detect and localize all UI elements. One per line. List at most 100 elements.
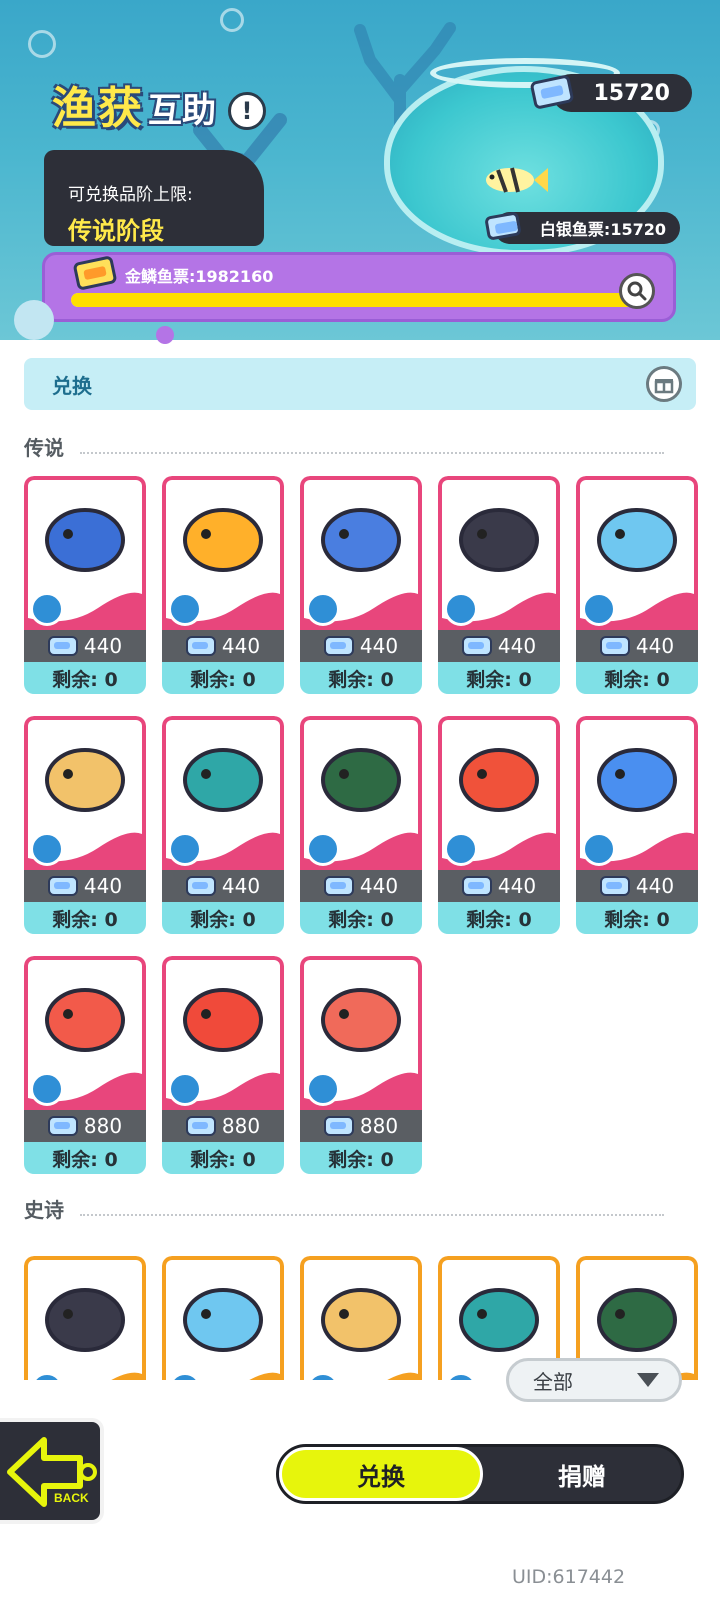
item-art: [300, 1256, 422, 1380]
ticket-icon: [185, 636, 216, 656]
app: 渔获 互助 ! 可兑换品阶上限: 传说阶段 15720 白银鱼票:15720 金…: [0, 0, 720, 1605]
legendary-item-card[interactable]: 440 剩余: 0: [300, 476, 422, 694]
item-stock: 剩余: 0: [24, 902, 146, 934]
item-art: [576, 716, 698, 870]
legendary-item-card[interactable]: 880 剩余: 0: [162, 956, 284, 1174]
anemone-icon: [459, 748, 539, 812]
fish-type-icon: [168, 592, 202, 626]
tier-limit-value: 传说阶段: [68, 217, 164, 245]
item-price: 880: [24, 1110, 146, 1142]
item-price: 880: [162, 1110, 284, 1142]
flying-fish-icon: [597, 748, 677, 812]
legendary-item-card[interactable]: 440 剩余: 0: [576, 476, 698, 694]
fish-type-icon: [168, 1072, 202, 1106]
chevron-down-icon: [637, 1373, 659, 1387]
item-stock: 剩余: 0: [300, 662, 422, 694]
fish-type-icon: [306, 592, 340, 626]
ticket-icon: [47, 1116, 78, 1136]
item-art: [24, 476, 146, 630]
splat-decor: [156, 326, 174, 344]
gift-icon[interactable]: [646, 366, 682, 402]
item-price-value: 440: [359, 634, 399, 658]
page-title: 渔获 互助 !: [52, 72, 266, 136]
red-coral-icon: [321, 988, 401, 1052]
gold-ticket-text: 金鳞鱼票:1982160: [125, 267, 274, 286]
legendary-item-card[interactable]: 440 剩余: 0: [300, 716, 422, 934]
user-id: UID:617442: [512, 1566, 626, 1588]
fish-type-icon: [582, 592, 616, 626]
fish-type-icon: [582, 832, 616, 866]
section-title-legendary: 传说: [24, 436, 64, 460]
fish-icon: [486, 167, 548, 193]
ticket-balance: 15720: [529, 74, 692, 112]
item-price-value: 440: [83, 634, 123, 658]
fish-type-icon: [30, 832, 64, 866]
title-sub: 互助: [148, 91, 216, 131]
silver-ticket-text: 白银鱼票:15720: [539, 220, 666, 239]
fish-icon: [45, 508, 125, 572]
filter-dropdown[interactable]: 全部: [506, 1358, 682, 1402]
item-stock: 剩余: 0: [576, 662, 698, 694]
item-art: [300, 956, 422, 1110]
item-price: 440: [24, 870, 146, 902]
ticket-icon: [599, 876, 630, 896]
exchange-header: 兑换: [24, 358, 696, 410]
item-stock: 剩余: 0: [162, 1142, 284, 1174]
item-art: [300, 716, 422, 870]
legendary-item-card[interactable]: 880 剩余: 0: [300, 956, 422, 1174]
bubble-icon: [28, 30, 56, 58]
item-stock: 剩余: 0: [300, 1142, 422, 1174]
item-price: 440: [24, 630, 146, 662]
item-price-value: 440: [635, 874, 675, 898]
item-price-value: 440: [83, 874, 123, 898]
exchange-header-label: 兑换: [52, 373, 92, 398]
back-label: BACK: [54, 1491, 89, 1505]
tab-exchange[interactable]: 兑换: [279, 1447, 483, 1501]
header-banner: 渔获 互助 ! 可兑换品阶上限: 传说阶段 15720 白银鱼票:15720 金…: [0, 0, 720, 340]
epic-item-card[interactable]: [162, 1256, 284, 1380]
fish-type-icon: [444, 832, 478, 866]
legendary-item-card[interactable]: 440 剩余: 0: [162, 716, 284, 934]
epic-item-card[interactable]: [300, 1256, 422, 1380]
fish-type-icon: [306, 1072, 340, 1106]
item-price: 440: [300, 870, 422, 902]
ticket-icon: [47, 636, 78, 656]
tab-donate[interactable]: 捐赠: [483, 1447, 681, 1501]
legendary-item-card[interactable]: 440 剩余: 0: [162, 476, 284, 694]
item-art: [24, 716, 146, 870]
section-title-epic: 史诗: [24, 1198, 64, 1222]
ticket-icon: [185, 1116, 216, 1136]
dolphin-icon: [321, 1288, 401, 1352]
item-price: 440: [438, 870, 560, 902]
magnifier-icon[interactable]: [619, 273, 655, 309]
item-stock: 剩余: 0: [24, 1142, 146, 1174]
chef-bird-icon: [321, 508, 401, 572]
legendary-item-card[interactable]: 440 剩余: 0: [438, 476, 560, 694]
ticket-icon: [599, 636, 630, 656]
fish-type-icon: [444, 592, 478, 626]
bubble-icon: [220, 8, 244, 32]
tier-limit-box: 可兑换品阶上限: 传说阶段: [44, 150, 264, 246]
legendary-item-card[interactable]: 440 剩余: 0: [24, 716, 146, 934]
item-stock: 剩余: 0: [24, 662, 146, 694]
butterflyfish-icon: [183, 1288, 263, 1352]
item-price: 440: [162, 870, 284, 902]
epic-item-card[interactable]: [24, 1256, 146, 1380]
ticket-icon: [185, 876, 216, 896]
turtle-icon: [321, 748, 401, 812]
back-button[interactable]: BACK: [0, 1418, 104, 1524]
item-art: [162, 476, 284, 630]
ticket-icon: [461, 636, 492, 656]
epic-item-grid: [0, 1220, 720, 1380]
item-price-value: 440: [635, 634, 675, 658]
legendary-item-card[interactable]: 440 剩余: 0: [24, 476, 146, 694]
info-icon[interactable]: !: [228, 92, 266, 130]
coral-icon: [597, 508, 677, 572]
tier-limit-label: 可兑换品阶上限:: [68, 185, 193, 205]
item-art: [162, 1256, 284, 1380]
item-price: 440: [576, 870, 698, 902]
legendary-item-card[interactable]: 440 剩余: 0: [438, 716, 560, 934]
legendary-item-card[interactable]: 440 剩余: 0: [576, 716, 698, 934]
legendary-item-card[interactable]: 880 剩余: 0: [24, 956, 146, 1174]
silver-ticket-icon: [484, 211, 522, 241]
